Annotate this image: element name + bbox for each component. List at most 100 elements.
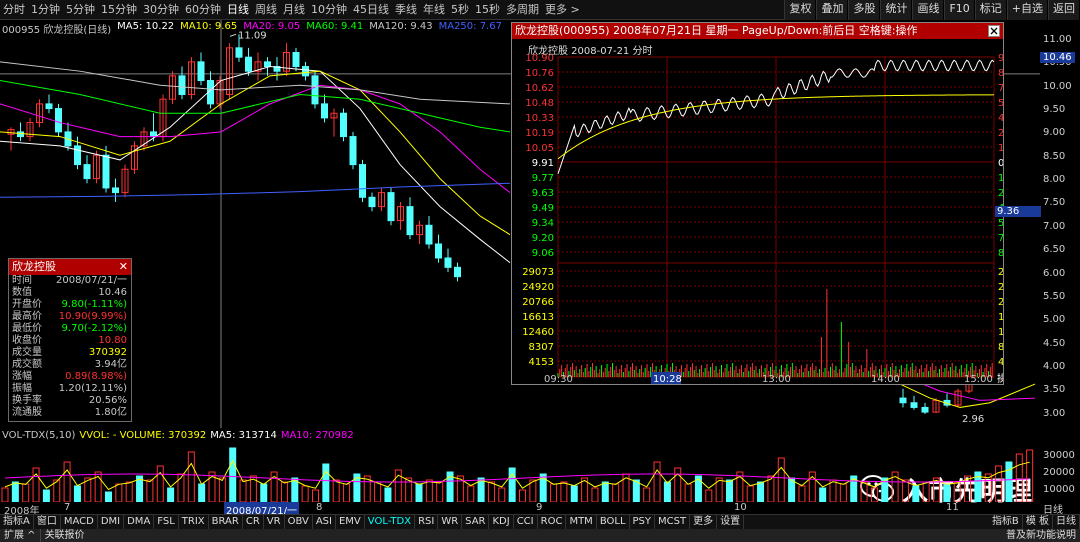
- period-tab-5[interactable]: 60分钟: [182, 0, 224, 20]
- toolbar-right-buttons: 复权 叠加 多股 统计 画线 F10 标记 +自选 返回: [784, 0, 1080, 20]
- volume-bar: [343, 483, 351, 502]
- candle: [899, 388, 907, 408]
- indicator-tab-11[interactable]: ASI: [313, 515, 336, 529]
- period-tab-14[interactable]: 15秒: [472, 0, 503, 20]
- indicator-tab-bar: 指标A 窗口 MACD DMI DMA FSL TRIX BRAR CR VR OBV ASI EMV V…: [0, 514, 1080, 529]
- indicator-tab-8[interactable]: CR: [243, 515, 264, 529]
- indicator-right-tab-0[interactable]: 指标B: [989, 515, 1023, 529]
- indicator-tab-24[interactable]: 更多: [690, 515, 718, 529]
- period-tab-0[interactable]: 分时: [0, 0, 28, 20]
- period-tab-8[interactable]: 月线: [280, 0, 308, 20]
- quote-row-key: 最高价: [12, 311, 42, 322]
- indicator-tab-17[interactable]: KDJ: [489, 515, 514, 529]
- volume-bar: [487, 481, 495, 502]
- indicator-tab-3[interactable]: DMI: [98, 515, 125, 529]
- toolbar-button-5[interactable]: F10: [944, 0, 975, 20]
- candle: [387, 187, 395, 226]
- toolbar-button-8[interactable]: 返回: [1048, 0, 1080, 20]
- period-tab-2[interactable]: 5分钟: [63, 0, 98, 20]
- indicator-tab-10[interactable]: OBV: [285, 515, 313, 529]
- new-feature-link[interactable]: 普及新功能说明: [1002, 529, 1080, 542]
- period-tab-7[interactable]: 周线: [252, 0, 280, 20]
- indicator-right-tab-1[interactable]: 模 板: [1023, 515, 1053, 529]
- candle: [131, 141, 138, 174]
- intraday-volume-tick: 29073: [522, 267, 554, 278]
- indicator-tab-19[interactable]: ROC: [538, 515, 567, 529]
- price-tick: 9.00: [1043, 127, 1066, 139]
- intraday-pct-tick: 0.00%: [998, 158, 1003, 169]
- volume-bar: [280, 481, 288, 502]
- toolbar-button-7[interactable]: +自选: [1006, 0, 1048, 20]
- indicator-tab-18[interactable]: CCI: [514, 515, 538, 529]
- volume-tick: 10000: [1043, 484, 1075, 495]
- toolbar-button-2[interactable]: 多股: [848, 0, 881, 20]
- intraday-volume-tick: 12460: [522, 327, 554, 338]
- price-tick: 8.50: [1043, 150, 1066, 162]
- expand-button[interactable]: 扩展 ^: [0, 529, 41, 542]
- period-tab-15[interactable]: 多周期: [503, 0, 542, 20]
- intraday-volume-tick: 8307: [998, 342, 1003, 353]
- candle: [64, 122, 72, 151]
- intraday-price-tick: 9.06: [532, 248, 554, 259]
- indicator-tab-23[interactable]: MCST: [655, 515, 691, 529]
- quote-row-value: 20.56%: [88, 395, 127, 406]
- quote-row-key: 时间: [12, 275, 32, 286]
- period-tab-4[interactable]: 30分钟: [140, 0, 182, 20]
- indicator-tab-22[interactable]: PSY: [630, 515, 656, 529]
- indicator-tab-2[interactable]: MACD: [61, 515, 98, 529]
- intraday-pct-tick: 4.28%: [998, 113, 1003, 124]
- indicator-tab-7[interactable]: BRAR: [209, 515, 243, 529]
- indicator-tab-6[interactable]: TRIX: [179, 515, 209, 529]
- quote-info-header: 欣龙控股 ✕: [9, 259, 131, 275]
- toolbar-button-1[interactable]: 叠加: [816, 0, 849, 20]
- quote-row-key: 换手率: [12, 395, 42, 406]
- indicator-tab-5[interactable]: FSL: [154, 515, 179, 529]
- indicator-tab-0[interactable]: 指标A: [0, 515, 34, 529]
- close-icon[interactable]: ✕: [119, 259, 128, 275]
- candle: [397, 201, 404, 230]
- candle: [454, 262, 461, 282]
- indicator-tab-14[interactable]: RSI: [415, 515, 439, 529]
- toolbar-button-6[interactable]: 标记: [974, 0, 1007, 20]
- linked-quote-button[interactable]: 关联报价: [41, 529, 89, 542]
- indicator-tabs: 指标A 窗口 MACD DMI DMA FSL TRIX BRAR CR VR OBV ASI EMV V…: [0, 515, 745, 529]
- indicator-tab-4[interactable]: DMA: [124, 515, 155, 529]
- indicator-tab-20[interactable]: MTM: [566, 515, 597, 529]
- quote-row-key: 涨幅: [12, 371, 32, 382]
- candle: [416, 220, 423, 244]
- toolbar-button-4[interactable]: 画线: [912, 0, 945, 20]
- period-tab-12[interactable]: 年线: [420, 0, 448, 20]
- operate-label[interactable]: 操作: [997, 372, 1003, 384]
- period-tab-10[interactable]: 45日线: [350, 0, 392, 20]
- intraday-popup: 欣龙控股(000955) 2008年07月21日 星期一 PageUp/Down…: [511, 22, 1004, 385]
- indicator-tab-21[interactable]: BOLL: [597, 515, 630, 529]
- volume-chart[interactable]: [0, 442, 1040, 502]
- period-tab-11[interactable]: 季线: [392, 0, 420, 20]
- period-tab-9[interactable]: 10分钟: [308, 0, 350, 20]
- indicator-tab-9[interactable]: VR: [264, 515, 285, 529]
- period-tab-3[interactable]: 15分钟: [98, 0, 140, 20]
- candle: [273, 57, 281, 81]
- indicator-tab-15[interactable]: WR: [438, 515, 463, 529]
- close-icon[interactable]: [988, 25, 1000, 37]
- toolbar-button-0[interactable]: 复权: [784, 0, 817, 20]
- price-tick: 6.00: [1043, 267, 1066, 279]
- status-bar: 扩展 ^ 关联报价 普及新功能说明: [0, 529, 1080, 542]
- indicator-tab-13[interactable]: VOL-TDX: [365, 515, 416, 529]
- period-tab-1[interactable]: 1分钟: [28, 0, 63, 20]
- volume-bar: [11, 481, 19, 502]
- indicator-tab-1[interactable]: 窗口: [34, 515, 61, 529]
- indicator-tab-25[interactable]: 设置: [717, 515, 745, 529]
- period-tab-6[interactable]: 日线: [224, 0, 252, 20]
- toolbar-button-3[interactable]: 统计: [880, 0, 913, 20]
- indicator-tab-16[interactable]: SAR: [462, 515, 490, 529]
- period-toolbar: 分时 1分钟 5分钟 15分钟 30分钟 60分钟 日线 周线 月线 10分钟 45日线 季线 年线 5秒…: [0, 0, 1080, 20]
- period-tab-13[interactable]: 5秒: [448, 0, 472, 20]
- intraday-chart[interactable]: 10.9010.7610.6210.4810.3310.1910.059.919…: [512, 39, 1003, 384]
- price-tick: 5.00: [1043, 314, 1066, 326]
- volume-bar: [167, 487, 175, 502]
- indicator-tab-12[interactable]: EMV: [336, 515, 365, 529]
- quote-row-key: 数值: [12, 287, 32, 298]
- period-tab-16[interactable]: 更多 >: [542, 0, 583, 20]
- indicator-right-tab-2[interactable]: 日线: [1053, 515, 1080, 529]
